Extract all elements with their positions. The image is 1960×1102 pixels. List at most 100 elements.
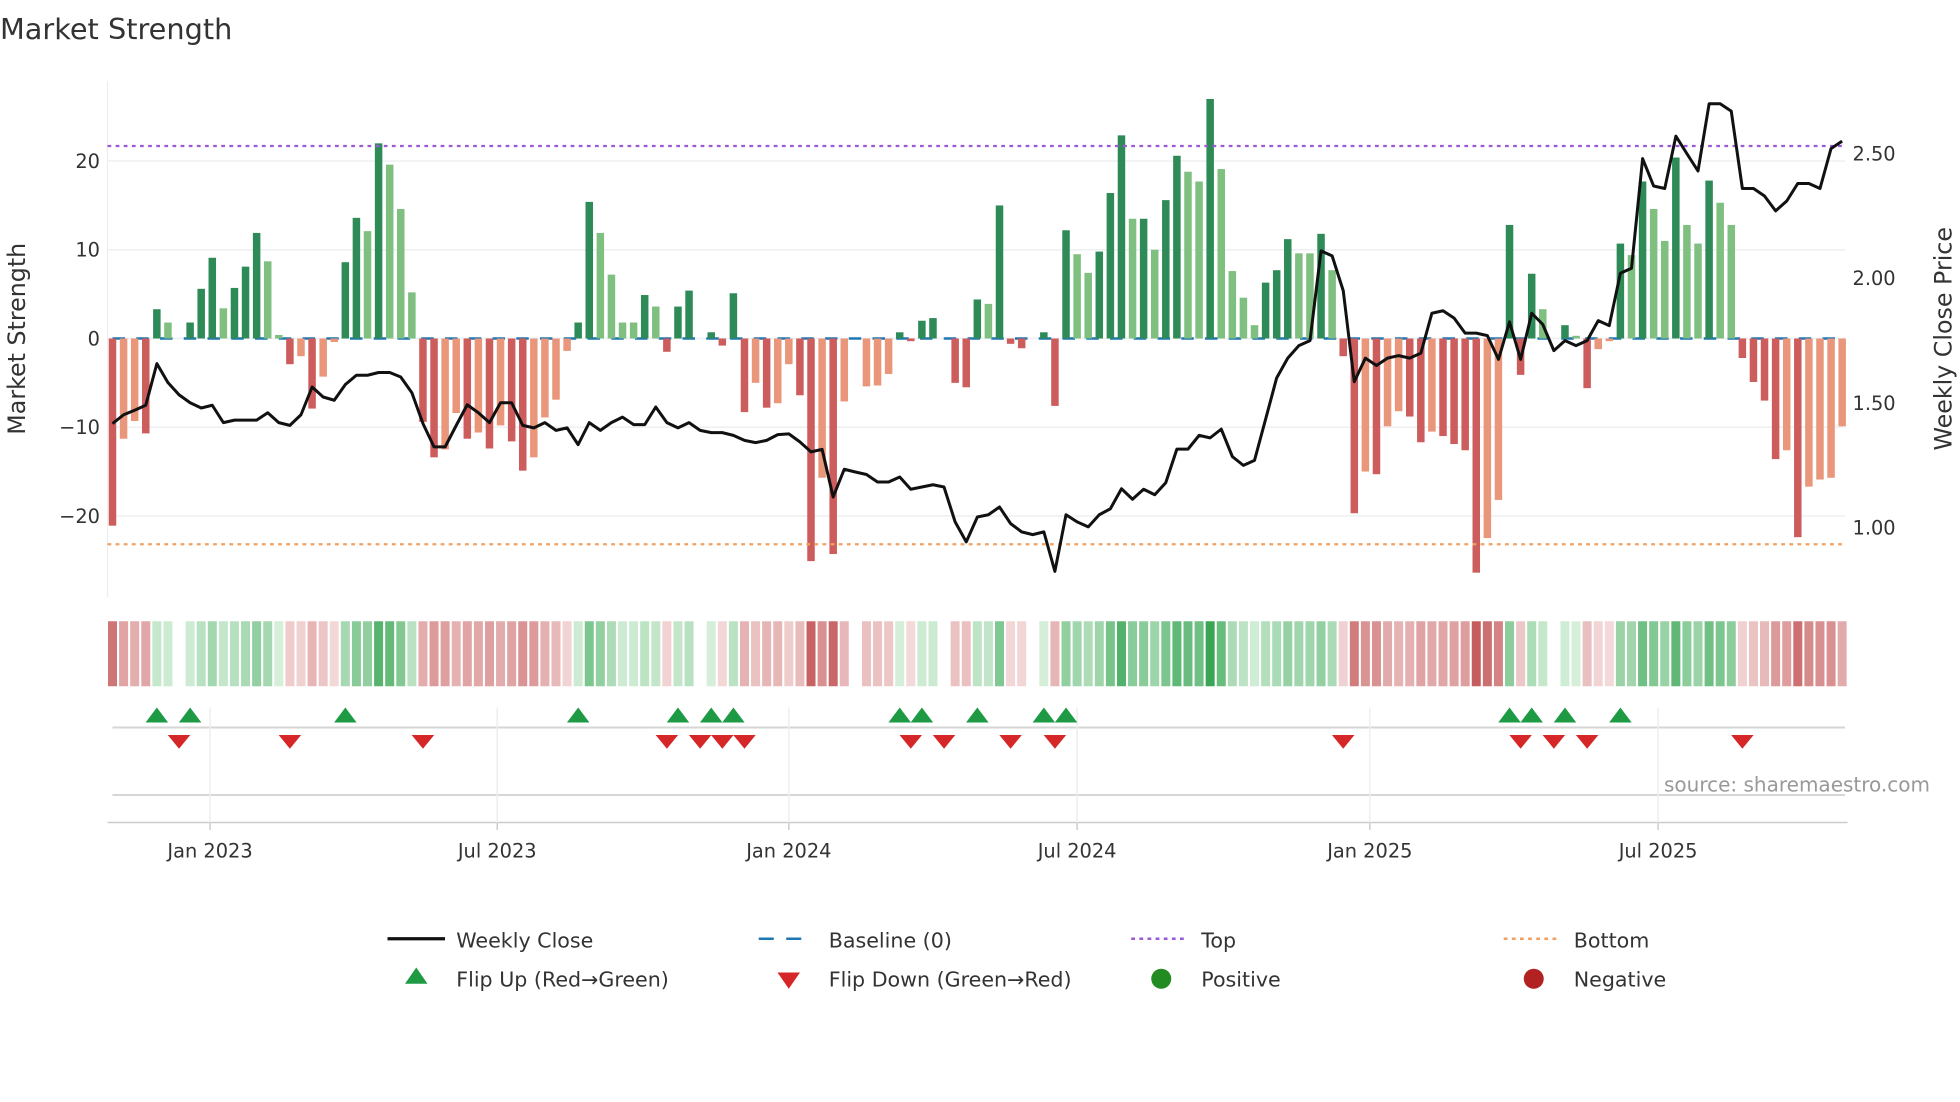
positive-bar: [1561, 325, 1569, 339]
heat-cell: [1150, 621, 1160, 687]
negative-bar: [774, 338, 782, 404]
heat-cell: [1693, 621, 1703, 687]
heat-cell: [1250, 621, 1260, 687]
heat-cell: [762, 621, 772, 687]
heat-cell: [1748, 621, 1758, 687]
heat-cell: [1427, 621, 1437, 687]
positive-bar: [263, 261, 272, 339]
positive-bar: [585, 201, 594, 339]
negative-bar: [541, 338, 549, 418]
positive-bar: [197, 288, 205, 339]
negative-bar: [718, 338, 727, 346]
positive-bar: [374, 143, 383, 339]
heat-cell: [1460, 621, 1470, 687]
legend-item-positive: Positive: [1151, 967, 1281, 991]
heat-cell: [130, 621, 140, 687]
flip-down-marker: [711, 735, 734, 749]
positive-bar: [652, 306, 660, 339]
negative-bar: [1472, 338, 1481, 573]
heat-cell: [1383, 621, 1393, 687]
negative-bar: [1494, 338, 1503, 500]
heat-cell: [1238, 621, 1248, 687]
heat-cell: [1050, 621, 1060, 687]
heat-cell: [1782, 621, 1792, 687]
heat-cell: [1438, 621, 1448, 687]
market-strength-chart: Market Strength −20 −10 0 10 20 1.00 1.50 2.00…: [0, 12, 1957, 991]
heat-cell: [1660, 621, 1670, 687]
heat-cell: [1726, 621, 1736, 687]
negative-bar: [1827, 338, 1835, 478]
heat-cell: [906, 621, 916, 687]
heat-cell: [318, 621, 328, 687]
heat-cell: [784, 621, 794, 687]
positive-bar: [1062, 230, 1070, 339]
heat-cell: [407, 621, 417, 687]
positive-bar: [1683, 224, 1691, 339]
flip-up-marker: [666, 707, 690, 723]
flip-down-marker: [278, 735, 302, 749]
heat-cell: [1183, 621, 1193, 687]
heat-cell: [1261, 621, 1271, 687]
flip-down-marker: [1731, 735, 1754, 749]
legend-label: Flip Down (Green→Red): [829, 967, 1072, 991]
positive-bar: [984, 303, 993, 339]
negative-bar: [330, 338, 338, 343]
positive-bar: [408, 292, 416, 339]
positive-bar: [186, 322, 194, 339]
legend-item-top: Top: [1131, 929, 1236, 953]
positive-bar: [208, 257, 217, 339]
positive-bar: [352, 217, 361, 339]
heat-cell: [1837, 621, 1847, 687]
negative-bar: [108, 338, 117, 526]
negative-bar: [297, 338, 305, 357]
heat-cell: [1161, 621, 1171, 687]
heat-cell: [1449, 621, 1459, 687]
negative-bar: [1838, 338, 1846, 427]
source-label: source: sharemaestro.com: [1664, 772, 1930, 796]
heat-cell: [895, 621, 905, 687]
heat-cell: [662, 621, 672, 687]
flip-up-marker: [1498, 707, 1521, 723]
positive-bar: [341, 262, 350, 339]
positive-bar: [895, 332, 904, 339]
heat-cell: [1105, 621, 1115, 687]
heat-cell: [340, 621, 350, 687]
heat-cell: [1072, 621, 1082, 687]
x-tick-label: Jan 2025: [1326, 840, 1412, 863]
legend-item-baseline: Baseline (0): [758, 929, 952, 953]
flip-down-marker: [655, 735, 679, 749]
heat-cell: [1493, 621, 1503, 687]
heat-cell: [861, 621, 871, 687]
right-axis-ticks: 1.00 1.50 2.00 2.50: [1853, 142, 1896, 539]
flip-up-marker: [1609, 707, 1632, 723]
positive-bar: [1572, 335, 1580, 339]
heat-cell: [1083, 621, 1093, 687]
positive-bar: [685, 290, 693, 339]
positive-bar: [1705, 180, 1713, 339]
positive-bar: [275, 334, 283, 339]
heat-cell: [1527, 621, 1537, 687]
heat-cell: [573, 621, 583, 687]
x-tick-label: Jul 2024: [1037, 840, 1117, 863]
positive-bar: [973, 299, 982, 339]
flip-up-marker: [910, 707, 934, 723]
flip-up-marker: [1032, 707, 1056, 723]
negative-bar: [762, 338, 771, 408]
heat-cell: [285, 621, 295, 687]
heat-cell: [1172, 621, 1182, 687]
positive-bar: [607, 274, 616, 339]
positive-bar: [1139, 218, 1148, 339]
positive-bar: [363, 231, 372, 339]
heat-cell: [773, 621, 783, 687]
negative-bar: [1782, 338, 1791, 451]
flip-up-marker: [699, 707, 723, 723]
flip-down-marker: [899, 735, 923, 749]
positive-bar: [1173, 155, 1181, 339]
heat-cell: [1704, 621, 1714, 687]
positive-bar: [1206, 98, 1214, 339]
positive-bar: [674, 306, 682, 339]
heat-cell: [629, 621, 639, 687]
negative-bar: [873, 338, 882, 386]
heat-cell: [274, 621, 284, 687]
negative-bar: [1483, 338, 1492, 539]
